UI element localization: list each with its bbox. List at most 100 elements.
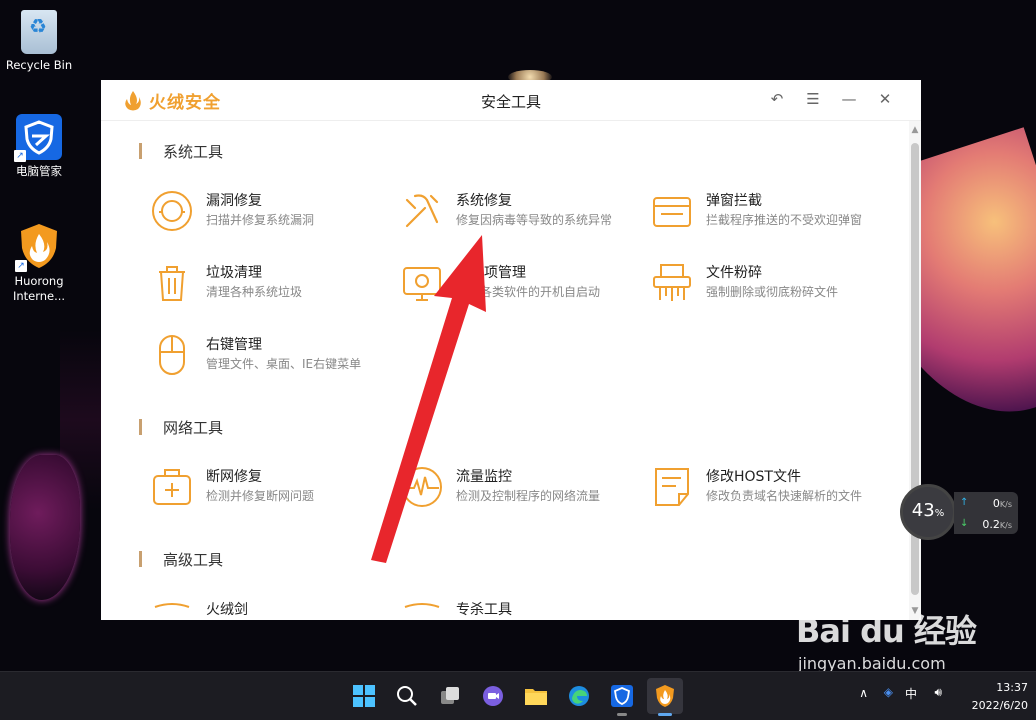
tool-host-file[interactable]: 修改HOST文件 修改负责域名快速解析的文件 (651, 466, 891, 516)
close-button[interactable]: ✕ (867, 90, 903, 108)
search-button[interactable] (389, 678, 425, 714)
mouse-icon (159, 335, 185, 375)
vulnerability-fix-icon (152, 191, 192, 231)
edge-browser-button[interactable] (561, 678, 597, 714)
tool-desc: 管理文件、桌面、IE右键菜单 (206, 357, 362, 371)
running-indicator (617, 713, 627, 716)
tool-network-repair[interactable]: 断网修复 检测并修复断网问题 (151, 466, 391, 516)
percent-value: 43 (911, 500, 935, 521)
tool-vulnerability-fix[interactable]: 漏洞修复 扫描并修复系统漏洞 (151, 190, 391, 240)
task-view-icon (441, 687, 459, 704)
ime-indicator[interactable]: 中 (905, 685, 917, 702)
tool-desc: 强制删除或彻底粉碎文件 (706, 285, 839, 299)
special-kill-icon (404, 603, 440, 608)
folder-icon (525, 689, 547, 705)
tool-startup-manage[interactable]: 启动项管理 管理各类软件的开机自启动 (401, 262, 641, 312)
search-icon (397, 686, 417, 706)
recycle-bin-icon (21, 10, 57, 54)
startup-manage-icon (403, 267, 441, 301)
upload-arrow-icon: ↑ (960, 497, 969, 508)
tool-name: 漏洞修复 (206, 193, 262, 209)
tool-name: 弹窗拦截 (706, 193, 762, 209)
tool-system-repair[interactable]: 系统修复 修复因病毒等导致的系统异常 (401, 190, 641, 240)
desktop-icon-tencent-pc-manager[interactable]: ↗ 电脑管家 (1, 114, 77, 179)
speed-unit: K/s (999, 521, 1012, 530)
download-speed: 0.2K/s (982, 518, 1012, 531)
teams-chat-button[interactable] (475, 678, 511, 714)
chevron-up-icon[interactable]: ∧ (859, 686, 868, 700)
network-repair-icon (153, 469, 191, 505)
tencent-shield-icon (611, 685, 633, 707)
percent-unit: % (934, 508, 945, 519)
download-value: 0.2 (982, 518, 1000, 531)
huorong-shield-icon (656, 685, 674, 707)
tool-name: 垃圾清理 (206, 265, 262, 281)
task-view-button[interactable] (432, 678, 468, 714)
active-indicator (658, 713, 672, 716)
scrollbar[interactable]: ▲ ▼ (909, 121, 921, 620)
chat-icon (483, 686, 503, 706)
system-repair-icon (405, 194, 439, 228)
popup-block-icon (653, 197, 691, 227)
minimize-button[interactable]: — (831, 90, 867, 108)
traffic-monitor-icon (402, 467, 442, 507)
tool-popup-block[interactable]: 弹窗拦截 拦截程序推送的不受欢迎弹窗 (651, 190, 891, 240)
host-file-icon (655, 468, 689, 506)
tool-desc: 拦截程序推送的不受欢迎弹窗 (706, 213, 863, 227)
speaker-icon[interactable]: 🔊︎ (934, 685, 942, 700)
desktop-icon-label: Recycle Bin (5, 58, 73, 72)
start-button[interactable] (346, 678, 382, 714)
scroll-up-arrow-icon[interactable]: ▲ (909, 125, 921, 135)
file-shred-icon (653, 264, 691, 301)
watermark-main: Bai du 经验 (796, 612, 977, 650)
tool-desc: 检测并修复断网问题 (206, 489, 315, 503)
tool-right-click-manage[interactable]: 右键管理 管理文件、桌面、IE右键菜单 (151, 334, 391, 384)
desktop-icon-label: 电脑管家 (16, 164, 62, 178)
network-monitor-widget[interactable]: 43% ↑ 0K/s ↓ 0.2K/s (900, 484, 1018, 542)
tencent-pc-manager-taskbar-button[interactable] (604, 678, 640, 716)
tool-name: 火绒剑 (206, 602, 248, 618)
back-icon[interactable]: ↶ (759, 90, 795, 108)
section-title-network-tools: 网络工具 (139, 417, 223, 438)
tool-desc: 清理各种系统垃圾 (206, 285, 303, 299)
tool-desc: 管理各类软件的开机自启动 (456, 285, 601, 299)
edge-icon (569, 686, 589, 706)
menu-icon[interactable]: ☰ (795, 90, 831, 108)
desktop-icon-huorong[interactable]: ↗ Huorong Interne... (1, 222, 77, 304)
tool-desc: 检测及控制程序的网络流量 (456, 489, 601, 503)
tool-traffic-monitor[interactable]: 流量监控 检测及控制程序的网络流量 (401, 466, 641, 516)
huorong-taskbar-button[interactable] (647, 678, 683, 716)
taskbar: ∧ ◈ 中 🔊︎ 13:37 2022/6/20 (0, 671, 1036, 720)
tool-special-kill[interactable]: 专杀工具 (401, 599, 641, 620)
sword-icon (154, 603, 190, 608)
tool-name: 右键管理 (206, 337, 262, 353)
section-title-advanced-tools: 高级工具 (139, 549, 223, 570)
tool-name: 修改HOST文件 (706, 469, 801, 485)
tool-huorong-sword[interactable]: 火绒剑 (151, 599, 391, 620)
desktop-icon-recycle-bin[interactable]: Recycle Bin (1, 10, 77, 73)
tool-file-shred[interactable]: 文件粉碎 强制删除或彻底粉碎文件 (651, 262, 891, 312)
tool-name: 专杀工具 (456, 602, 512, 618)
tool-trash-clean[interactable]: 垃圾清理 清理各种系统垃圾 (151, 262, 391, 312)
trash-clean-icon (159, 266, 185, 301)
huorong-shield-icon: ↗ (15, 222, 61, 272)
tool-desc: 修改负责域名快速解析的文件 (706, 489, 863, 503)
file-explorer-button[interactable] (518, 678, 554, 714)
window-titlebar: 火绒安全 安全工具 ↶ ☰ — ✕ (101, 80, 921, 121)
tool-desc: 扫描并修复系统漏洞 (206, 213, 315, 227)
baidu-jingyan-watermark: Bai du 经验 jingyan.baidu.com (796, 606, 977, 673)
wallpaper-decoration (10, 455, 80, 600)
tools-content: 系统工具 漏洞修复 扫描并修复系统漏洞 系统修复 修复因病毒等导致的系统异常 弹… (101, 121, 909, 620)
tool-name: 系统修复 (456, 193, 512, 209)
clock-date[interactable]: 2022/6/20 (972, 699, 1028, 712)
network-speed-panel: ↑ 0K/s ↓ 0.2K/s (954, 492, 1018, 534)
tool-name: 流量监控 (456, 469, 512, 485)
clock-time[interactable]: 13:37 (996, 681, 1028, 694)
tencent-tray-icon[interactable]: ◈ (884, 685, 893, 699)
upload-value: 0 (992, 497, 1000, 510)
tool-name: 启动项管理 (456, 265, 526, 281)
huorong-security-tools-window: 火绒安全 安全工具 ↶ ☰ — ✕ 系统工具 漏洞修复 扫描并修复系统漏洞 系统… (101, 80, 921, 620)
tool-name: 断网修复 (206, 469, 262, 485)
tool-desc: 修复因病毒等导致的系统异常 (456, 213, 613, 227)
windows-start-icon (353, 685, 375, 707)
